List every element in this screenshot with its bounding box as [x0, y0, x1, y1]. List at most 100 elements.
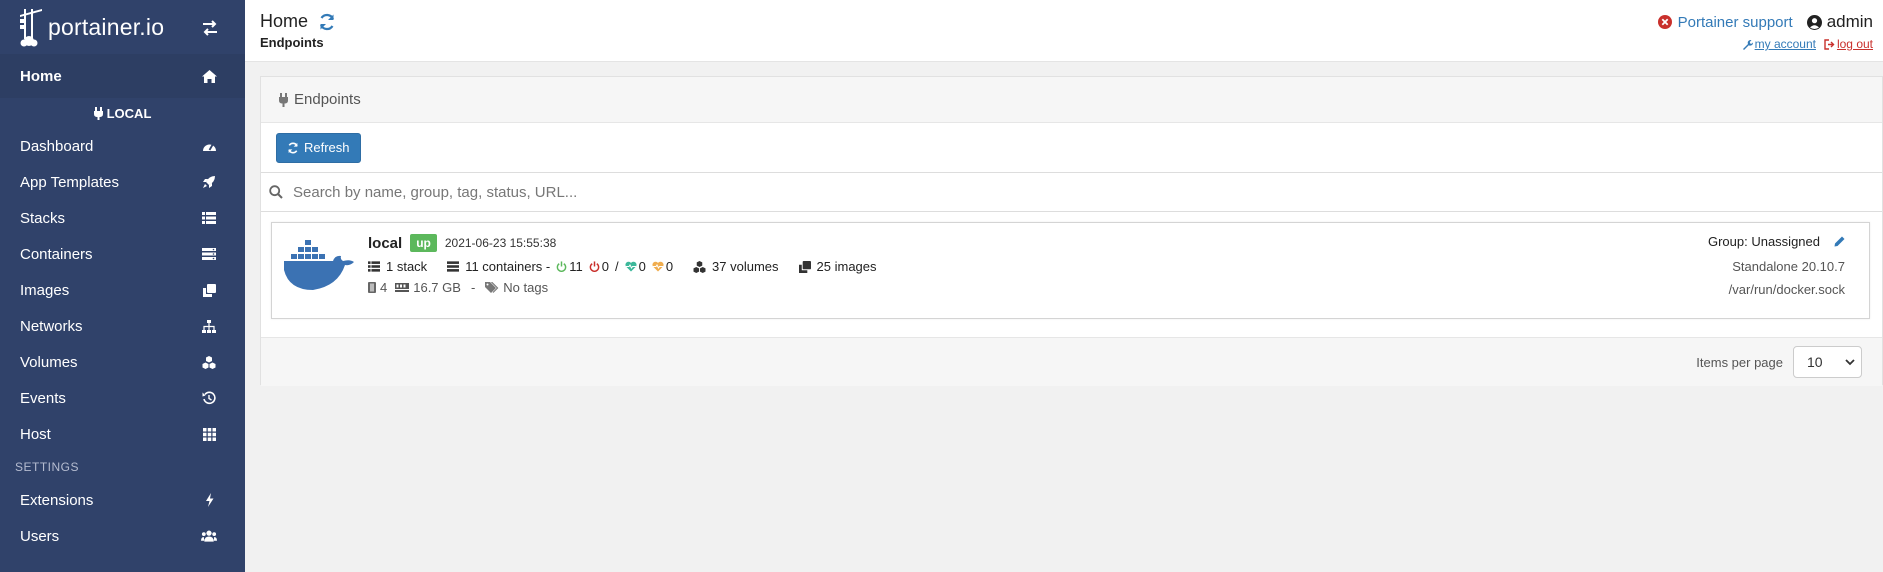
- refresh-button[interactable]: Refresh: [276, 132, 361, 163]
- sidebar-item-networks[interactable]: Networks: [0, 308, 245, 344]
- username: admin: [1826, 12, 1873, 31]
- home-icon: [201, 68, 217, 84]
- sidebar-item-dashboard[interactable]: Dashboard: [0, 128, 245, 164]
- sidebar-item-label: Host: [20, 425, 51, 443]
- plug-icon: [93, 106, 103, 120]
- clone-icon: [201, 282, 217, 298]
- running-count: 11: [569, 259, 583, 274]
- refresh-icon[interactable]: [318, 13, 336, 31]
- docker-icon: [283, 240, 355, 296]
- search-bar: [261, 172, 1882, 212]
- sidebar-item-label: Dashboard: [20, 137, 94, 155]
- sidebar-item-label: Stacks: [20, 209, 66, 227]
- tags-icon: [485, 282, 499, 293]
- breadcrumb: Endpoints: [260, 35, 324, 50]
- server-icon: [447, 261, 460, 272]
- log-out-label: log out: [1836, 37, 1873, 51]
- endpoint-card[interactable]: local up 2021-06-23 15:55:38 1 stack 11 …: [271, 222, 1870, 319]
- endpoint-group: Group: Unassigned: [1707, 234, 1820, 249]
- endpoint-label: LOCAL: [106, 105, 152, 121]
- pencil-icon[interactable]: [1834, 236, 1845, 247]
- sidebar-item-home[interactable]: Home: [0, 54, 245, 98]
- clone-icon: [798, 260, 811, 273]
- sidebar-item-images[interactable]: Images: [0, 272, 245, 308]
- sidebar-item-containers[interactable]: Containers: [0, 236, 245, 272]
- user-circle-icon: [1806, 14, 1822, 30]
- endpoint-stats: 1 stack 11 containers - 11 0 / 0 0 37 vo…: [368, 259, 877, 274]
- volume-count: 37 volumes: [712, 259, 779, 274]
- chevron-down-icon: [1845, 358, 1855, 366]
- widget-header: Endpoints: [261, 77, 1882, 123]
- rocket-icon: [201, 174, 217, 190]
- current-user: admin: [1806, 12, 1873, 32]
- stack-count: 1 stack: [386, 259, 428, 274]
- tag-list: No tags: [503, 280, 549, 295]
- page-title-text: Home: [260, 11, 309, 31]
- unhealthy-count: 0: [665, 259, 674, 274]
- heartbeat-warning-icon: [652, 261, 664, 272]
- count-separator: /: [614, 259, 619, 274]
- widget-title: Endpoints: [294, 91, 361, 108]
- times-circle-icon: [1657, 15, 1672, 29]
- sidebar-section-settings: SETTINGS: [15, 460, 80, 474]
- page-title: Home: [260, 11, 336, 32]
- list-icon: [368, 261, 380, 272]
- sidebar-item-label: App Templates: [20, 173, 119, 191]
- endpoint-details: Group: Unassigned Standalone 20.10.7 /va…: [1708, 234, 1845, 297]
- users-icon: [201, 528, 217, 544]
- sidebar-item-volumes[interactable]: Volumes: [0, 344, 245, 380]
- refresh-icon: [287, 142, 299, 154]
- support-link[interactable]: Portainer support: [1657, 13, 1793, 31]
- cubes-icon: [201, 354, 217, 370]
- crane-icon: [20, 9, 42, 47]
- sidebar-item-label: Users: [20, 527, 60, 545]
- endpoints-widget: Endpoints Refresh Search by name, group,…: [260, 76, 1883, 386]
- sidebar-item-stacks[interactable]: Stacks: [0, 200, 245, 236]
- sidebar-item-app-templates[interactable]: App Templates: [0, 164, 245, 200]
- endpoint-name: local: [368, 234, 403, 252]
- image-count: 25 images: [816, 259, 877, 274]
- sidebar-item-label: Home: [20, 67, 62, 85]
- search-input[interactable]: [293, 183, 893, 201]
- sidebar-item-label: Images: [20, 281, 70, 299]
- widget-toolbar: Refresh: [261, 123, 1882, 172]
- stopped-count: 0: [601, 259, 609, 274]
- grid-icon: [201, 426, 217, 442]
- user-area: Portainer support admin my account log o…: [1657, 12, 1873, 51]
- server-icon: [201, 246, 217, 262]
- top-header: Home Endpoints Portainer support admin m…: [245, 0, 1883, 62]
- cpu-count: 4: [380, 280, 388, 295]
- sidebar: portainer.io Home LOCAL Dashboard App Te…: [0, 0, 245, 572]
- cpu-icon: [368, 282, 376, 293]
- endpoint-header: local up 2021-06-23 15:55:38: [368, 234, 556, 252]
- log-out-link[interactable]: log out: [1824, 37, 1873, 51]
- endpoint-url: /var/run/docker.sock: [1728, 282, 1845, 297]
- brand: portainer.io: [0, 0, 245, 54]
- memory-size: 16.7 GB: [413, 280, 461, 295]
- sidebar-item-events[interactable]: Events: [0, 380, 245, 416]
- heartbeat-icon: [625, 261, 637, 272]
- sidebar-item-label: Volumes: [20, 353, 78, 371]
- items-per-page-select[interactable]: 10: [1793, 346, 1862, 378]
- sidebar-item-users[interactable]: Users: [0, 518, 245, 554]
- sidebar-item-host[interactable]: Host: [0, 416, 245, 452]
- sidebar-toggle-icon[interactable]: [201, 20, 219, 40]
- bolt-icon: [201, 492, 217, 508]
- status-badge: up: [410, 234, 437, 252]
- brand-name: portainer.io: [48, 13, 165, 40]
- items-per-page-label: Items per page: [1696, 354, 1783, 370]
- sidebar-item-label: Extensions: [20, 491, 94, 509]
- cubes-icon: [693, 260, 706, 273]
- widget-footer: Items per page 10: [261, 337, 1882, 386]
- items-per-page-value: 10: [1807, 354, 1823, 370]
- sidebar-item-extensions[interactable]: Extensions: [0, 482, 245, 518]
- wrench-icon: [1742, 39, 1753, 50]
- endpoint-timestamp: 2021-06-23 15:55:38: [444, 236, 557, 250]
- history-icon: [201, 390, 217, 406]
- my-account-link[interactable]: my account: [1742, 37, 1816, 51]
- sign-out-icon: [1824, 38, 1835, 50]
- memory-icon: [395, 283, 410, 292]
- my-account-label: my account: [1754, 37, 1816, 51]
- support-label: Portainer support: [1677, 13, 1793, 31]
- portainer-logo[interactable]: portainer.io: [18, 7, 164, 47]
